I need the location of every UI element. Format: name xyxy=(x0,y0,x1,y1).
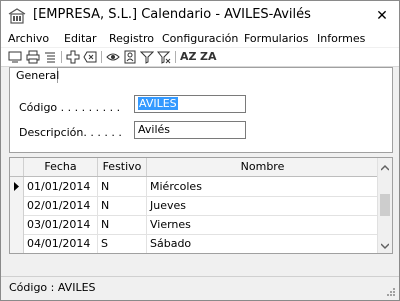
clear-filter-icon[interactable] xyxy=(157,50,171,64)
user-card-icon[interactable] xyxy=(123,50,137,64)
cell-fecha[interactable]: 01/01/2014 xyxy=(24,177,98,196)
cell-festivo[interactable]: N xyxy=(98,215,147,234)
cell-nombre[interactable]: Miércoles xyxy=(147,177,378,196)
cell-festivo[interactable]: N xyxy=(98,196,147,215)
list-icon[interactable] xyxy=(43,50,57,64)
row-indicator xyxy=(10,215,24,234)
scroll-down-icon[interactable] xyxy=(380,240,390,250)
row-indicator xyxy=(10,196,24,215)
status-text: Código : AVILES xyxy=(9,281,96,294)
cell-nombre[interactable]: Jueves xyxy=(147,196,378,215)
sort-descending-icon[interactable]: ZA xyxy=(200,50,217,63)
cell-festivo[interactable]: N xyxy=(98,177,147,196)
menu-bar: Archivo Editar Registro Configuración Fo… xyxy=(1,31,399,47)
codigo-value: AVILES xyxy=(138,97,178,110)
row-indicator xyxy=(10,234,24,253)
cell-fecha[interactable]: 03/01/2014 xyxy=(24,215,98,234)
scroll-up-icon[interactable] xyxy=(380,162,390,171)
app-window: [EMPRESA, S.L.] Calendario - AVILES-Avil… xyxy=(0,0,400,301)
header-indicator xyxy=(10,158,24,176)
cell-fecha[interactable]: 04/01/2014 xyxy=(24,234,98,253)
tab-general[interactable]: General xyxy=(9,67,60,83)
column-fecha[interactable]: Fecha xyxy=(24,158,98,176)
grid-scrollbar[interactable] xyxy=(377,158,392,253)
column-nombre[interactable]: Nombre xyxy=(147,158,378,176)
codigo-field[interactable]: AVILES xyxy=(134,95,246,113)
menu-registro[interactable]: Registro xyxy=(109,32,154,45)
general-panel: Código . . . . . . . . . AVILES Descripc… xyxy=(9,67,393,153)
table-row[interactable]: 02/01/2014 N Jueves xyxy=(10,196,378,216)
menu-editar[interactable]: Editar xyxy=(64,32,97,45)
filter-icon[interactable] xyxy=(140,50,154,64)
descripcion-label: Descripción. . . . . . xyxy=(19,126,122,139)
cell-festivo[interactable]: S xyxy=(98,234,147,253)
window-title: [EMPRESA, S.L.] Calendario - AVILES-Avil… xyxy=(33,7,311,22)
calendar-building-icon xyxy=(8,8,26,24)
tab-general-label: General xyxy=(16,69,60,82)
calendar-grid: Fecha Festivo Nombre 01/01/2014 N Miérco… xyxy=(9,157,393,254)
menu-informes[interactable]: Informes xyxy=(317,32,365,45)
status-bar: Código : AVILES xyxy=(1,276,399,300)
cell-fecha[interactable]: 02/01/2014 xyxy=(24,196,98,215)
descripcion-field[interactable]: Avilés xyxy=(134,121,246,139)
menu-formularios[interactable]: Formularios xyxy=(244,32,309,45)
toolbar-separator xyxy=(175,51,176,63)
cell-nombre[interactable]: Sábado xyxy=(147,234,378,253)
view-icon[interactable] xyxy=(106,50,120,64)
menu-archivo[interactable]: Archivo xyxy=(8,32,49,45)
codigo-label: Código . . . . . . . . . xyxy=(19,101,121,114)
sort-ascending-icon[interactable]: AZ xyxy=(180,50,197,63)
table-row[interactable]: 04/01/2014 S Sábado xyxy=(10,234,378,253)
close-button[interactable]: ✕ xyxy=(373,8,391,24)
descripcion-value: Avilés xyxy=(138,123,171,136)
delete-icon[interactable] xyxy=(83,50,97,64)
print-icon[interactable] xyxy=(26,50,40,64)
table-row[interactable]: 01/01/2014 N Miércoles xyxy=(10,177,378,197)
column-festivo[interactable]: Festivo xyxy=(98,158,147,176)
grid-header: Fecha Festivo Nombre xyxy=(10,158,378,177)
current-row-indicator xyxy=(10,177,24,196)
cell-nombre[interactable]: Viernes xyxy=(147,215,378,234)
title-bar: [EMPRESA, S.L.] Calendario - AVILES-Avil… xyxy=(1,1,399,31)
menu-configuracion[interactable]: Configuración xyxy=(162,32,238,45)
table-row[interactable]: 03/01/2014 N Viernes xyxy=(10,215,378,235)
add-icon[interactable] xyxy=(66,50,80,64)
toolbar-separator xyxy=(101,51,102,63)
scrollbar-thumb[interactable] xyxy=(380,194,390,216)
toolbar-separator xyxy=(61,51,62,63)
resize-grip-icon[interactable] xyxy=(386,287,396,297)
toolbar: AZ ZA xyxy=(1,48,399,67)
screen-icon[interactable] xyxy=(8,50,22,64)
